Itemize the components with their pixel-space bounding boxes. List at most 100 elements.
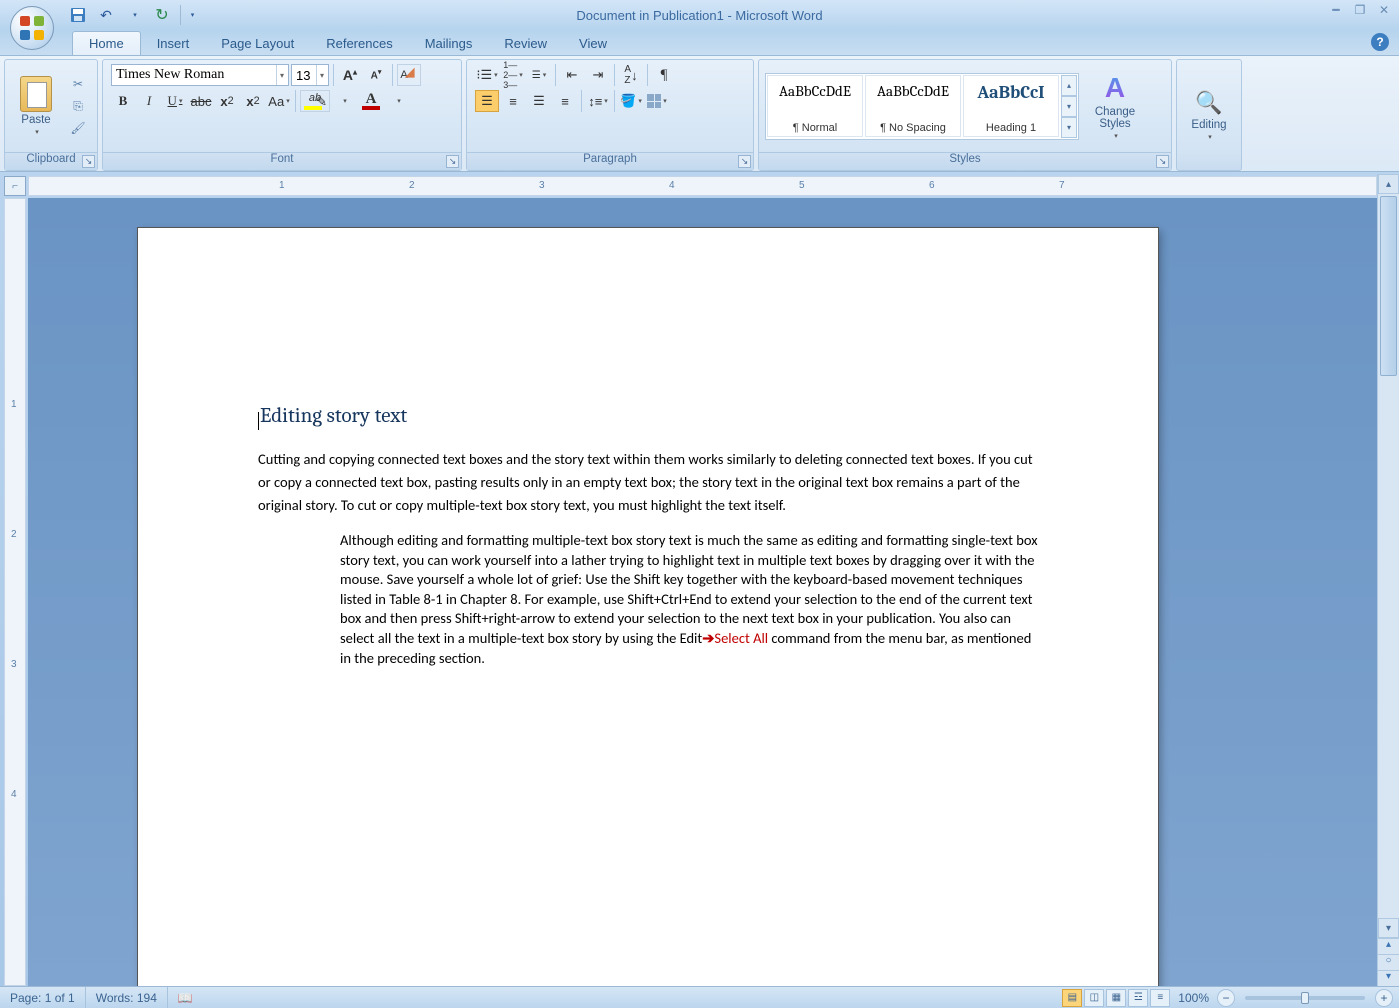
bold-button[interactable]: B [111,90,135,112]
close-button[interactable]: ✕ [1375,3,1393,18]
change-styles-button[interactable]: A Change Styles ▾ [1083,70,1147,142]
doc-paragraph-1[interactable]: Cutting and copying connected text boxes… [258,448,1038,518]
shrink-font-button[interactable]: A▾ [364,64,388,86]
view-web-layout[interactable]: ▦ [1106,989,1126,1007]
tab-insert[interactable]: Insert [141,32,206,55]
scroll-thumb[interactable] [1380,196,1397,376]
status-words[interactable]: Words: 194 [86,987,168,1008]
font-name-combo[interactable]: Times New Roman ▾ [111,64,289,86]
subscript-button[interactable]: x2 [215,90,239,112]
zoom-level[interactable]: 100% [1178,991,1209,1005]
vertical-ruler[interactable]: 1 2 3 4 [4,198,26,986]
font-size-combo[interactable]: 13 ▾ [291,64,329,86]
horizontal-ruler[interactable]: 1 2 3 4 5 6 7 [28,176,1377,196]
style-scroll-up[interactable]: ▴ [1061,75,1077,96]
highlight-button[interactable]: ab✎ [300,90,330,112]
highlight-dropdown[interactable]: ▾ [332,90,356,112]
font-launcher[interactable]: ↘ [446,155,459,168]
shading-button[interactable]: 🪣▾ [619,90,643,112]
zoom-in-button[interactable]: + [1375,989,1393,1007]
tab-review[interactable]: Review [488,32,563,55]
status-proofing[interactable]: 📖 [168,987,203,1008]
editing-button[interactable]: 🔍 Editing ▾ [1184,79,1234,151]
italic-button[interactable]: I [137,90,161,112]
paste-button[interactable]: Paste ▾ [11,70,61,142]
office-button[interactable] [8,4,56,52]
redo-icon[interactable]: ↻ [152,5,172,25]
align-left-button[interactable]: ☰ [475,90,499,112]
title-bar: ↶ ▾ ↻ ▾ Document in Publication1 - Micro… [0,0,1399,30]
style-scroll-down[interactable]: ▾ [1061,96,1077,117]
line-spacing-button[interactable]: ↕≡▾ [586,90,610,112]
bullets-button[interactable]: ⁝☰▾ [475,64,499,86]
tab-references[interactable]: References [310,32,408,55]
style-no-spacing[interactable]: AaBbCcDdE ¶ No Spacing [865,75,961,137]
highlight-color-swatch [304,106,322,110]
font-name-dropdown[interactable]: ▾ [276,65,284,85]
cut-icon[interactable]: ✂ [69,76,87,92]
font-size-dropdown[interactable]: ▾ [316,65,324,85]
justify-button[interactable]: ≡ [553,90,577,112]
prev-page-button[interactable]: ▴ [1378,938,1399,954]
scroll-up-button[interactable]: ▴ [1378,174,1399,194]
minimize-button[interactable]: ━ [1327,3,1345,18]
browse-object-button[interactable]: ○ [1378,954,1399,970]
window-controls: ━ ❐ ✕ [1327,3,1393,18]
help-icon[interactable]: ? [1371,33,1389,51]
document-area[interactable]: Editing story text Cutting and copying c… [28,198,1377,986]
decrease-indent-button[interactable]: ⇤ [560,64,584,86]
save-icon[interactable] [68,5,88,25]
ribbon: Paste ▾ ✂ ⎘ 🖌 Clipboard ↘ Times New Roma… [0,56,1399,172]
view-print-layout[interactable]: ▤ [1062,989,1082,1007]
strikethrough-button[interactable]: abc [189,90,213,112]
font-color-button[interactable]: A [358,90,384,112]
numbering-button[interactable]: 1—2—3—▾ [501,64,525,86]
undo-icon[interactable]: ↶ [96,5,116,25]
style-normal[interactable]: AaBbCcDdE ¶ Normal [767,75,863,137]
multilevel-button[interactable]: ☰▾ [527,64,551,86]
page[interactable]: Editing story text Cutting and copying c… [138,228,1158,986]
tab-view[interactable]: View [563,32,623,55]
status-page[interactable]: Page: 1 of 1 [0,987,86,1008]
copy-icon[interactable]: ⎘ [69,98,87,114]
view-outline[interactable]: ☲ [1128,989,1148,1007]
vertical-scrollbar[interactable]: ▴ ▾ ▴ ○ ▾ [1377,174,1399,986]
format-painter-icon[interactable]: 🖌 [69,120,87,136]
page-content[interactable]: Editing story text Cutting and copying c… [258,400,1038,668]
undo-dropdown[interactable]: ▾ [124,5,144,25]
zoom-slider-thumb[interactable] [1301,992,1309,1004]
align-right-button[interactable]: ☰ [527,90,551,112]
restore-button[interactable]: ❐ [1351,3,1369,18]
zoom-slider[interactable] [1245,996,1365,1000]
paste-dropdown[interactable]: ▾ [33,128,39,136]
clipboard-launcher[interactable]: ↘ [82,155,95,168]
underline-button[interactable]: U▾ [163,90,187,112]
sort-button[interactable]: AZ↓ [619,64,643,86]
qat-customize[interactable]: ▾ [180,5,200,25]
tab-home[interactable]: Home [72,31,141,55]
tab-page-layout[interactable]: Page Layout [205,32,310,55]
view-full-screen[interactable]: ◫ [1084,989,1104,1007]
grow-font-button[interactable]: A▴ [338,64,362,86]
font-color-dropdown[interactable]: ▾ [386,90,410,112]
superscript-button[interactable]: x2 [241,90,265,112]
styles-launcher[interactable]: ↘ [1156,155,1169,168]
align-center-button[interactable]: ≡ [501,90,525,112]
window-title: Document in Publication1 - Microsoft Wor… [0,8,1399,23]
next-page-button[interactable]: ▾ [1378,970,1399,986]
style-expand[interactable]: ▾ [1061,117,1077,138]
doc-heading[interactable]: Editing story text [258,400,1038,434]
borders-button[interactable]: ▾ [645,90,669,112]
paragraph-launcher[interactable]: ↘ [738,155,751,168]
doc-paragraph-2[interactable]: Although editing and formatting multiple… [340,531,1038,668]
scroll-down-button[interactable]: ▾ [1378,918,1399,938]
change-case-button[interactable]: Aa▾ [267,90,291,112]
zoom-out-button[interactable]: − [1217,989,1235,1007]
increase-indent-button[interactable]: ⇥ [586,64,610,86]
style-heading-1[interactable]: AaBbCcI Heading 1 [963,75,1059,137]
clear-formatting-button[interactable]: A◢ [397,64,421,86]
show-hide-button[interactable]: ¶ [652,64,676,86]
view-draft[interactable]: ≡ [1150,989,1170,1007]
ruler-toggle[interactable]: ⌐ [4,176,26,196]
tab-mailings[interactable]: Mailings [409,32,489,55]
